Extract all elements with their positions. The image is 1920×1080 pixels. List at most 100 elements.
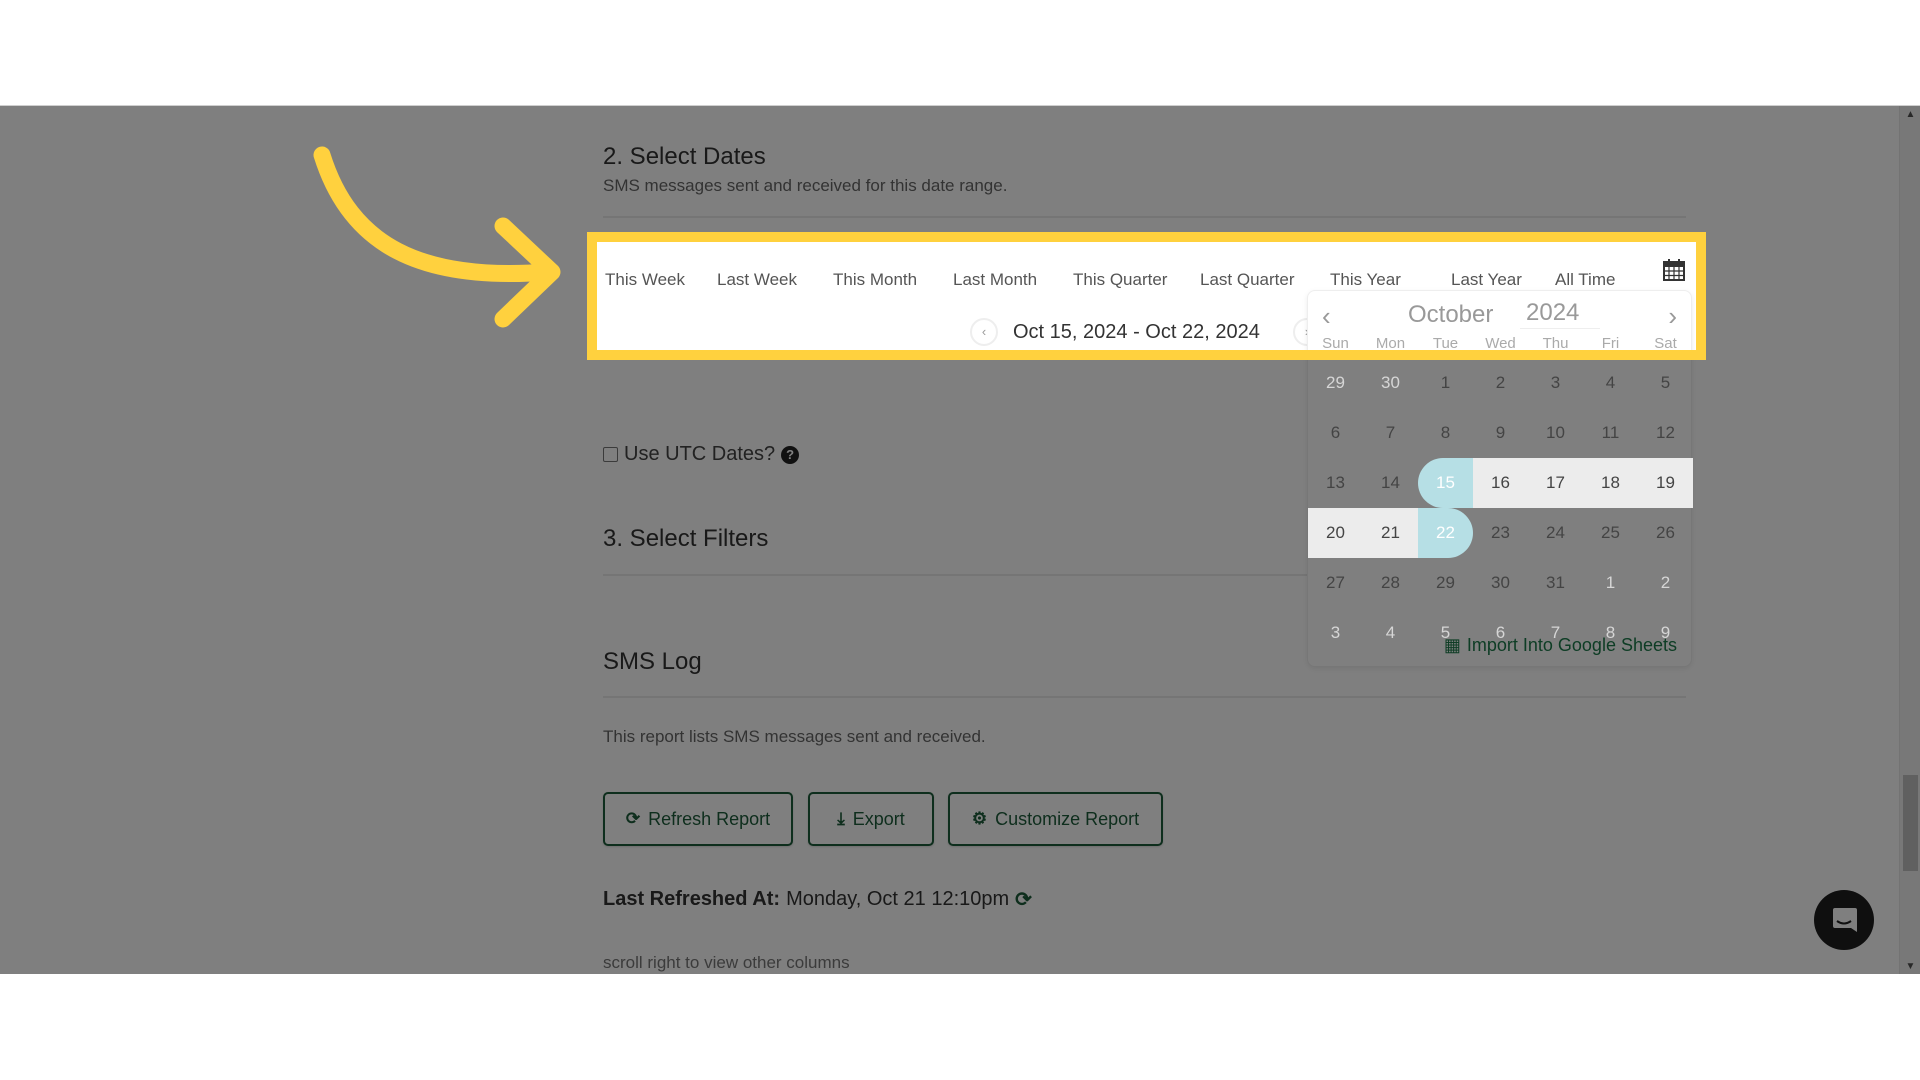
calendar-day[interactable]: 11 <box>1583 408 1638 458</box>
calendar-day[interactable]: 4 <box>1583 358 1638 408</box>
scroll-down-arrow[interactable]: ▼ <box>1900 958 1920 974</box>
calendar-day[interactable]: 26 <box>1638 508 1693 558</box>
calendar-month[interactable]: October <box>1408 301 1493 329</box>
calendar-day[interactable]: 2 <box>1473 358 1528 408</box>
calendar-day[interactable]: 8 <box>1583 608 1638 658</box>
calendar-week: 3456789 <box>1308 608 1691 658</box>
weekday-label: Tue <box>1432 335 1459 352</box>
calendar-grid: SunMonTueWedThuFriSat2930123456789101112… <box>1308 338 1693 658</box>
select-dates-description: SMS messages sent and received for this … <box>603 176 1008 195</box>
scroll-hint: scroll right to view other columns <box>603 953 850 972</box>
calendar-day[interactable]: 25 <box>1583 508 1638 558</box>
calendar-year-input[interactable]: 2024 <box>1520 297 1600 329</box>
weekday-label: Sun <box>1322 335 1349 352</box>
calendar-day[interactable]: 1 <box>1418 358 1473 408</box>
calendar-day[interactable]: 17 <box>1528 458 1583 508</box>
date-picker-highlight: This Week Last Week This Month Last Month Th… <box>587 232 1706 360</box>
utc-checkbox[interactable] <box>603 447 618 462</box>
calendar-day[interactable]: 28 <box>1363 558 1418 608</box>
export-label: Export <box>852 808 905 829</box>
calendar-day[interactable]: 7 <box>1528 608 1583 658</box>
refresh-icon[interactable]: ⟳ <box>1015 887 1032 912</box>
calendar-day[interactable]: 24 <box>1528 508 1583 558</box>
calendar-day[interactable]: 15 <box>1418 458 1473 508</box>
calendar-day[interactable]: 12 <box>1638 408 1693 458</box>
export-button[interactable]: ⤓ Export <box>808 792 934 846</box>
calendar-week: 20 21 22 23 24 25 26 <box>1308 508 1691 558</box>
calendar-day[interactable]: 19 <box>1638 458 1693 508</box>
chat-launcher-button[interactable] <box>1814 890 1874 950</box>
preset-this-year[interactable]: This Year <box>1330 270 1401 290</box>
select-filters-heading: 3. Select Filters <box>603 525 769 552</box>
vertical-scrollbar[interactable]: ▲ ▼ <box>1899 106 1920 974</box>
calendar-day[interactable]: 2 <box>1638 558 1693 608</box>
calendar-day[interactable]: 4 <box>1363 608 1418 658</box>
calendar-day[interactable]: 3 <box>1528 358 1583 408</box>
calendar-day[interactable]: 20 <box>1308 508 1363 558</box>
calendar-day[interactable]: 21 <box>1363 508 1418 558</box>
calendar-day[interactable]: 10 <box>1528 408 1583 458</box>
last-refreshed-value: Monday, Oct 21 12:10pm <box>786 888 1010 910</box>
calendar-day[interactable]: 3 <box>1308 608 1363 658</box>
utc-option[interactable]: Use UTC Dates? ? <box>603 443 800 466</box>
preset-last-year[interactable]: Last Year <box>1451 270 1522 290</box>
calendar-day[interactable]: 7 <box>1363 408 1418 458</box>
previous-range-button[interactable]: ‹ <box>970 318 998 346</box>
download-icon: ⤓ <box>837 809 845 828</box>
calendar-week: 27 28 29 30 31 1 2 <box>1308 558 1691 608</box>
scroll-thumb[interactable] <box>1903 775 1918 871</box>
calendar-prev-month-button[interactable]: ‹ <box>1322 301 1331 332</box>
weekday-label: Sat <box>1654 335 1677 352</box>
preset-last-week[interactable]: Last Week <box>717 270 797 290</box>
calendar-day[interactable]: 18 <box>1583 458 1638 508</box>
calendar-day[interactable]: 16 <box>1473 458 1528 508</box>
calendar-day[interactable]: 27 <box>1308 558 1363 608</box>
last-refreshed: Last Refreshed At: Monday, Oct 21 12:10p… <box>603 887 1032 912</box>
calendar-icon[interactable] <box>1662 258 1686 282</box>
customize-report-button[interactable]: ⚙ Customize Report <box>948 792 1163 846</box>
preset-last-quarter[interactable]: Last Quarter <box>1200 270 1295 290</box>
screen: 2. Select Dates SMS messages sent and re… <box>0 0 1920 1080</box>
calendar-day[interactable]: 31 <box>1528 558 1583 608</box>
preset-all-time[interactable]: All Time <box>1555 270 1615 290</box>
calendar-weekdays: Sun Mon Tue Wed Thu Fri Sat <box>1308 335 1691 352</box>
calendar-day[interactable]: 30 <box>1473 558 1528 608</box>
select-dates-heading: 2. Select Dates <box>603 143 766 170</box>
weekday-label: Mon <box>1375 335 1406 352</box>
calendar-day[interactable]: 6 <box>1473 608 1528 658</box>
calendar-day[interactable]: 5 <box>1638 358 1693 408</box>
calendar-day[interactable]: 8 <box>1418 408 1473 458</box>
calendar-day[interactable]: 14 <box>1363 458 1418 508</box>
calendar-day[interactable]: 5 <box>1418 608 1473 658</box>
refresh-report-button[interactable]: ⟳ Refresh Report <box>603 792 793 846</box>
preset-last-month[interactable]: Last Month <box>953 270 1037 290</box>
weekday-label: Thu <box>1542 335 1569 352</box>
help-icon[interactable]: ? <box>781 445 800 464</box>
calendar-day[interactable]: 29 <box>1308 358 1363 408</box>
calendar-day[interactable]: 9 <box>1473 408 1528 458</box>
calendar-day[interactable]: 30 <box>1363 358 1418 408</box>
chat-icon <box>1833 908 1857 932</box>
utc-label: Use UTC Dates? <box>624 443 776 465</box>
calendar-next-month-button[interactable]: › <box>1668 301 1677 332</box>
calendar-day[interactable]: 13 <box>1308 458 1363 508</box>
calendar-day[interactable]: 1 <box>1583 558 1638 608</box>
calendar-week: 6 7 8 9 10 11 12 <box>1308 408 1691 458</box>
scroll-up-arrow[interactable]: ▲ <box>1900 106 1920 123</box>
last-refreshed-label: Last Refreshed At: <box>603 888 781 910</box>
preset-this-month[interactable]: This Month <box>833 270 917 290</box>
calendar-day[interactable]: 29 <box>1418 558 1473 608</box>
refresh-report-label: Refresh Report <box>648 808 771 829</box>
report-title: SMS Log <box>603 648 702 675</box>
calendar-day[interactable]: 22 <box>1418 508 1473 558</box>
customize-report-label: Customize Report <box>995 808 1140 829</box>
preset-this-week[interactable]: This Week <box>605 270 685 290</box>
preset-this-quarter[interactable]: This Quarter <box>1073 270 1167 290</box>
date-range-label: Oct 15, 2024 - Oct 22, 2024 <box>1013 321 1260 343</box>
calendar-day[interactable]: 6 <box>1308 408 1363 458</box>
calendar-week: 29 30 1 2 3 4 5 <box>1308 358 1691 408</box>
calendar-day[interactable]: 23 <box>1473 508 1528 558</box>
refresh-icon: ⟳ <box>625 809 641 828</box>
divider <box>603 216 1686 218</box>
calendar-day[interactable]: 9 <box>1638 608 1693 658</box>
